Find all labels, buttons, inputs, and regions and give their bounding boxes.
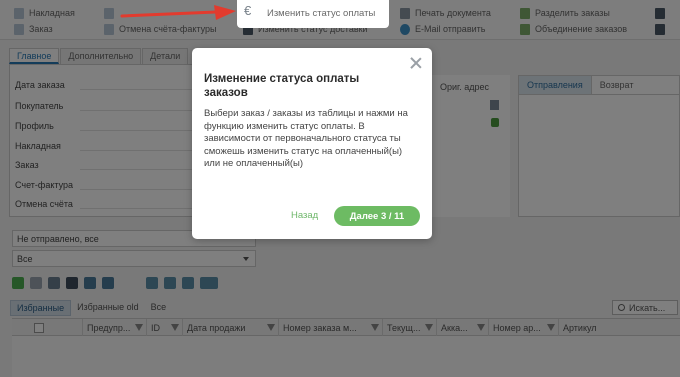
toolbar-cancel-invoice[interactable]: Отмена счёта-фактуры — [104, 22, 216, 36]
pointer-arrow — [120, 5, 236, 20]
shipping-tabs: Отправления Возврат — [519, 76, 679, 95]
grid-header: Предупр... ID Дата продажи Номер заказа … — [12, 318, 680, 337]
tab-favorites[interactable]: Избранные — [10, 300, 72, 316]
tab-all[interactable]: Все — [145, 300, 173, 316]
grid-action-icons — [12, 277, 218, 289]
chevron-down-icon — [243, 257, 249, 261]
tab-main[interactable]: Главное — [9, 48, 60, 64]
all-filter-select[interactable]: Все — [12, 250, 256, 267]
back-button[interactable]: Назад — [291, 210, 318, 221]
copy-icon[interactable] — [490, 100, 499, 110]
field-profile: Профиль — [15, 121, 54, 131]
copy-icon[interactable] — [48, 277, 60, 289]
filter-icon[interactable] — [171, 324, 179, 331]
toolbar-doc-blank[interactable] — [104, 6, 114, 20]
delete-icon[interactable] — [66, 277, 78, 289]
document-icon — [104, 23, 114, 35]
toolbar-invoice[interactable]: Накладная — [14, 6, 75, 20]
col-id[interactable]: ID — [146, 319, 182, 337]
euro-icon: € — [244, 3, 252, 18]
toolbar-merge-orders[interactable]: Объединение заказов — [520, 22, 627, 36]
edit-icon[interactable] — [30, 277, 42, 289]
col-item-number[interactable]: Номер ар... — [488, 319, 558, 337]
tab-returns[interactable]: Возврат — [592, 76, 642, 94]
col-current[interactable]: Текущ... — [382, 319, 436, 337]
next-button[interactable]: Далее 3 / 11 — [334, 206, 420, 226]
toolbar-send-email[interactable]: E-Mail отправить — [400, 22, 485, 36]
tutorial-popup: Изменение статуса оплаты заказов Выбери … — [192, 48, 432, 239]
orig-address-label: Ориг. адрес — [440, 82, 489, 92]
merge-icon — [520, 23, 530, 35]
grid-body — [12, 336, 680, 377]
toolbar-order[interactable]: Заказ — [14, 22, 53, 36]
lock-icon[interactable] — [491, 118, 499, 127]
import-icon[interactable] — [84, 277, 96, 289]
split-icon — [520, 7, 530, 19]
toolbar-change-payment-status[interactable]: € Изменить статус оплаты — [237, 0, 389, 28]
euro-icon[interactable] — [146, 277, 158, 289]
col-account[interactable]: Акка... — [436, 319, 488, 337]
col-sale-date[interactable]: Дата продажи — [182, 319, 278, 337]
add-icon[interactable] — [12, 277, 24, 289]
field-order: Заказ — [15, 160, 39, 170]
toolbar-extra-2[interactable] — [655, 22, 665, 36]
list-tabs: Избранные Избранные old Все — [10, 300, 172, 316]
package-icon[interactable] — [164, 277, 176, 289]
toolbar-extra-1[interactable] — [655, 6, 665, 20]
settings-icon — [655, 23, 665, 35]
select-all-checkbox[interactable] — [30, 319, 82, 337]
toolbar-print-document[interactable]: Печать документа — [400, 6, 491, 20]
email-icon — [400, 23, 410, 35]
address-panel — [430, 75, 510, 217]
tab-shipments[interactable]: Отправления — [519, 76, 592, 94]
invoice-icon[interactable] — [182, 277, 194, 289]
popup-body: Выбери заказ / заказы из таблицы и нажми… — [204, 108, 408, 169]
email-icon[interactable] — [200, 277, 218, 289]
filter-icon[interactable] — [135, 324, 143, 331]
document-icon — [14, 23, 24, 35]
filter-icon[interactable] — [267, 324, 275, 331]
filter-icon[interactable] — [425, 324, 433, 331]
field-order-date: Дата заказа — [15, 80, 65, 90]
filter-icon[interactable] — [371, 324, 379, 331]
tab-favorites-old[interactable]: Избранные old — [71, 300, 145, 316]
field-invoice: Накладная — [15, 141, 61, 151]
tab-additional[interactable]: Дополнительно — [60, 48, 142, 64]
document-icon — [104, 7, 114, 19]
popup-title: Изменение статуса оплаты заказов — [204, 73, 360, 99]
shipping-panel: Отправления Возврат — [518, 75, 680, 217]
col-order-number[interactable]: Номер заказа м... — [278, 319, 382, 337]
search-button[interactable]: Искать... — [612, 300, 678, 315]
printer-icon — [400, 7, 410, 19]
field-cancel-invoice: Отмена счёта — [15, 199, 73, 209]
settings-icon — [655, 7, 665, 19]
search-icon — [618, 304, 625, 311]
col-article[interactable]: Артикул — [558, 319, 680, 337]
close-icon[interactable] — [409, 56, 423, 70]
filter-icon[interactable] — [547, 324, 555, 331]
field-tax-invoice: Счет-фактура — [15, 180, 73, 190]
export-icon[interactable] — [102, 277, 114, 289]
tab-details[interactable]: Детали — [142, 48, 189, 64]
field-buyer: Покупатель — [15, 101, 64, 111]
col-warning[interactable]: Предупр... — [82, 319, 146, 337]
document-icon — [14, 7, 24, 19]
detail-tabs: Главное Дополнительно Детали — [9, 48, 189, 64]
toolbar-split-orders[interactable]: Разделить заказы — [520, 6, 610, 20]
filter-icon[interactable] — [477, 324, 485, 331]
